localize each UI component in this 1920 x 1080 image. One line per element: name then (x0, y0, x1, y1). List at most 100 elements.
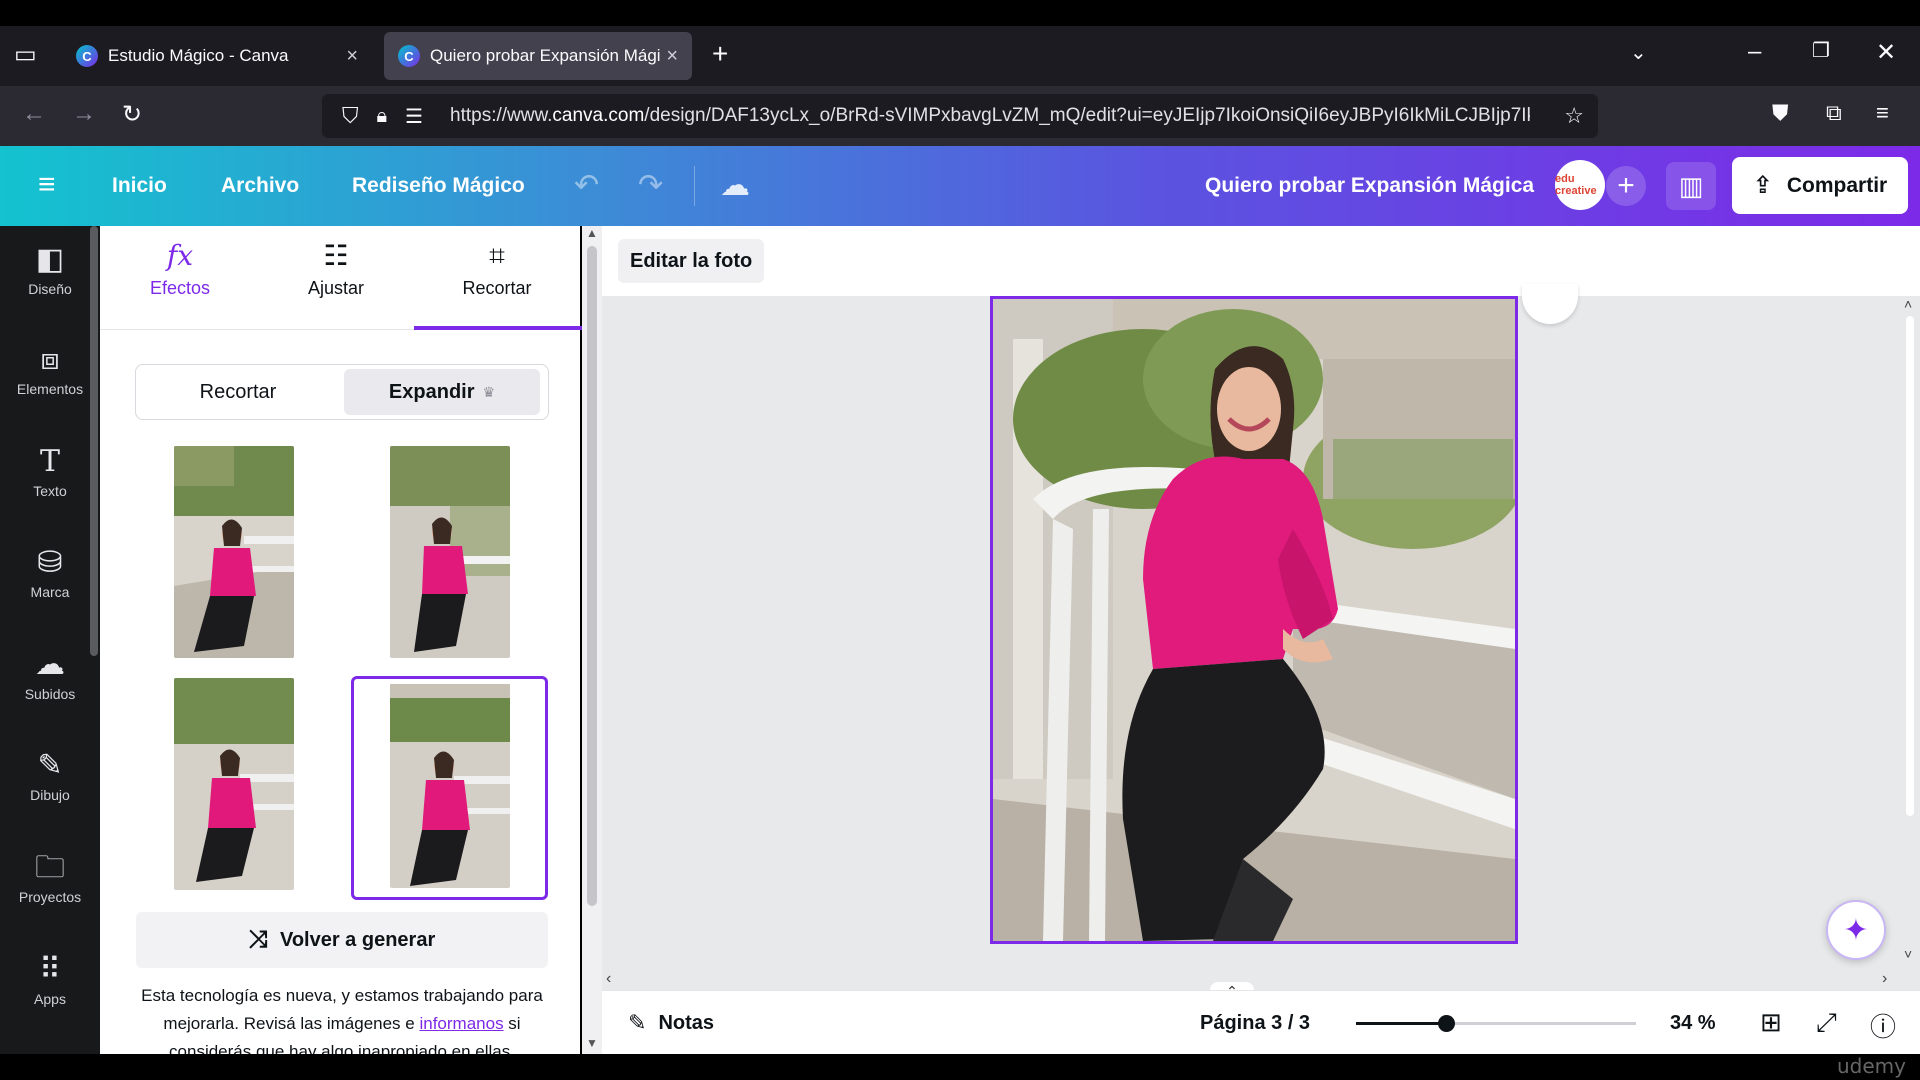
tab-label: Ajustar (307, 278, 365, 298)
scroll-down-icon[interactable]: ˅ (1904, 946, 1912, 962)
top-letterbox (0, 0, 1920, 26)
insights-chart-icon[interactable]: ▥ (1666, 162, 1716, 210)
layout-icon: ◧ (35, 243, 65, 276)
pocket-icon[interactable]: ⛊ (1772, 100, 1789, 126)
horizontal-scrollbar[interactable]: ‹ › (602, 970, 1902, 990)
apps-grid-icon: ⠿ (39, 953, 61, 986)
help-icon[interactable]: ⓘ (1870, 1007, 1896, 1044)
reload-icon[interactable]: ↻ (122, 100, 142, 129)
rail-item-subidos[interactable]: ☁ Subidos (0, 631, 100, 721)
regenerate-button[interactable]: ⤨ Volver a generar (136, 912, 548, 968)
fullscreen-icon[interactable]: ⤢ (1816, 1007, 1837, 1039)
rail-item-apps[interactable]: ⠿ Apps (0, 936, 100, 1026)
segment-expandir[interactable]: Expandir ♛ (344, 369, 540, 415)
scroll-up-icon[interactable]: ˄ (1904, 296, 1912, 312)
crown-pro-icon: ♛ (482, 383, 496, 400)
context-toolbar: Editar la foto (602, 226, 1920, 296)
scroll-left-icon[interactable]: ‹ (606, 970, 611, 988)
shuffle-icon: ⤨ (248, 926, 268, 953)
bottom-letterbox: udemy (0, 1054, 1920, 1080)
rail-item-dibujo[interactable]: ✎ Dibujo (0, 732, 100, 822)
panel-scroll-thumb[interactable] (587, 246, 597, 906)
extensions-icon[interactable]: ⧉ (1826, 100, 1842, 126)
shield-icon[interactable]: ⛉ (342, 103, 359, 129)
restore-icon[interactable]: ❐ (1812, 38, 1830, 63)
tab-ajustar[interactable]: ☷ Ajustar (271, 242, 401, 312)
rail-item-marca[interactable]: ⛁ Marca (0, 529, 100, 619)
expansion-result-4[interactable] (390, 684, 510, 888)
url-text[interactable]: https://www.canva.com/design/DAF13ycLx_o… (450, 105, 1530, 127)
scroll-right-icon[interactable]: › (1882, 970, 1887, 988)
hamburger-menu-icon[interactable]: ≡ (38, 168, 56, 202)
close-tab-icon[interactable]: × (346, 45, 358, 68)
url-prefix: https://www. (450, 105, 553, 126)
photo-thumbnail (390, 684, 510, 888)
scroll-down-icon[interactable]: ▼ (586, 1036, 598, 1050)
magic-sparkle-button[interactable]: ✦ (1826, 900, 1886, 960)
lock-icon[interactable]: 🔒︎ (377, 105, 388, 128)
browser-tab-1[interactable]: C Estudio Mágico - Canva × (62, 32, 372, 80)
vertical-scroll-thumb[interactable] (1906, 316, 1914, 816)
notes-button[interactable]: ✎ Notas (628, 991, 714, 1055)
tab-title: Estudio Mágico - Canva (108, 46, 289, 65)
panel-scrollbar[interactable]: ▲ ▼ (582, 226, 602, 1054)
new-tab-icon[interactable]: + (712, 38, 728, 70)
permissions-icon[interactable]: ☰ (405, 104, 423, 129)
feedback-link[interactable]: informanos (419, 1014, 503, 1033)
rail-item-texto[interactable]: T Texto (0, 428, 100, 518)
canva-favicon-icon: C (76, 45, 98, 67)
tab-recortar[interactable]: ⌗ Recortar (432, 242, 562, 312)
selected-photo[interactable] (990, 296, 1518, 944)
minimize-icon[interactable]: – (1748, 38, 1761, 66)
bottom-bar: ✎ Notas Página 3 / 3 34 % ⊞ ⤢ ⓘ (602, 990, 1920, 1054)
fx-icon: fx (166, 239, 194, 272)
close-tab-icon[interactable]: × (666, 45, 678, 68)
vertical-scrollbar[interactable]: ˄ ˅ (1900, 296, 1920, 966)
rail-scrollbar[interactable] (90, 226, 98, 656)
expansion-result-3[interactable] (174, 678, 294, 890)
rotate-handle[interactable] (1522, 284, 1578, 324)
segment-recortar[interactable]: Recortar (140, 369, 336, 415)
page-indicator[interactable]: Página 3 / 3 (1200, 991, 1310, 1055)
tab-efectos[interactable]: fx Efectos (115, 242, 245, 312)
rail-item-diseno[interactable]: ◧ Diseño (0, 226, 100, 316)
share-button[interactable]: ⇪ Compartir (1732, 157, 1908, 214)
undo-icon[interactable]: ↶ (574, 168, 599, 203)
edit-photo-panel: fx Efectos ☷ Ajustar ⌗ Recortar Recortar… (100, 226, 602, 1061)
segment-label: Expandir (388, 380, 475, 403)
notes-pencil-icon: ✎ (628, 1010, 647, 1035)
redo-icon[interactable]: ↷ (638, 168, 663, 203)
expansion-result-1[interactable] (174, 446, 294, 658)
menu-inicio[interactable]: Inicio (112, 146, 167, 226)
url-bar[interactable]: ⛉ 🔒︎ ☰ https://www.canva.com/design/DAF1… (322, 94, 1598, 138)
browser-tab-2[interactable]: C Quiero probar Expansión Mágic × (384, 32, 692, 80)
menu-rediseno-magico[interactable]: Rediseño Mágico (352, 146, 525, 226)
add-collaborator-button[interactable]: + (1606, 166, 1646, 206)
avatar[interactable]: edu creative (1555, 160, 1605, 210)
grid-view-icon[interactable]: ⊞ (1760, 1007, 1782, 1038)
menu-archivo[interactable]: Archivo (221, 146, 299, 226)
forward-icon[interactable]: → (72, 100, 96, 128)
expansion-result-2[interactable] (390, 446, 510, 658)
scroll-up-icon[interactable]: ▲ (586, 226, 598, 240)
tab-list-chevron-icon[interactable]: ⌄ (1630, 40, 1647, 65)
tab-label: Efectos (149, 278, 211, 298)
rail-item-proyectos[interactable]: 🗀 Proyectos (0, 834, 100, 924)
browser-menu-icon[interactable]: ≡ (1876, 100, 1889, 126)
woman-photo-image (993, 299, 1515, 941)
design-title[interactable]: Quiero probar Expansión Mágica (1205, 146, 1534, 226)
photo-thumbnail (174, 678, 294, 890)
rail-item-elementos[interactable]: ⧈ Elementos (0, 326, 100, 416)
cloud-saved-icon[interactable]: ☁ (720, 168, 750, 203)
draw-icon: ✎ (37, 749, 63, 782)
tab-title: Quiero probar Expansión Mágic (430, 46, 660, 65)
bookmark-star-icon[interactable]: ☆ (1564, 103, 1584, 129)
back-icon[interactable]: ← (22, 100, 46, 128)
edit-photo-button[interactable]: Editar la foto (618, 239, 765, 283)
regenerate-label: Volver a generar (279, 928, 436, 951)
shapes-icon: ⧈ (40, 343, 60, 376)
zoom-level[interactable]: 34 % (1670, 991, 1716, 1055)
zoom-slider-handle[interactable] (1438, 1015, 1455, 1032)
tab-overview-icon[interactable]: ▭ (14, 40, 37, 69)
close-window-icon[interactable]: ✕ (1876, 38, 1896, 67)
